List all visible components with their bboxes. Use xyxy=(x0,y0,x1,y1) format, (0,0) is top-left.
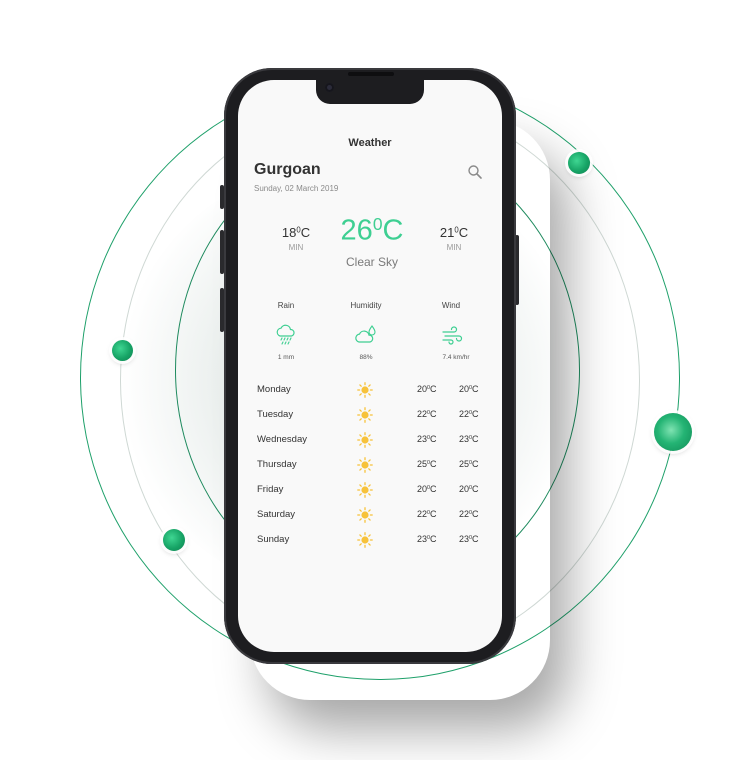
rain-label: Rain xyxy=(277,301,295,310)
orbit-dot xyxy=(654,413,692,451)
forecast-row[interactable]: Wednesday 230C 230C xyxy=(257,431,483,449)
forecast-temp-min: 220C xyxy=(417,509,437,519)
forecast-temp-min: 230C xyxy=(417,534,437,544)
phone-camera xyxy=(325,83,334,92)
forecast-row[interactable]: Thursday 250C 250C xyxy=(257,456,483,474)
forecast-day: Wednesday xyxy=(257,434,307,445)
forecast-day: Monday xyxy=(257,384,291,395)
forecast-row[interactable]: Monday 200C 200C xyxy=(257,381,483,399)
max-temperature: 210C xyxy=(439,225,469,240)
forecast-temp-max: 230C xyxy=(459,534,479,544)
forecast-day: Tuesday xyxy=(257,409,294,420)
current-date: Sunday, 02 March 2019 xyxy=(254,184,339,193)
forecast-day: Friday xyxy=(257,484,284,495)
forecast-temp-min: 220C xyxy=(417,409,437,419)
forecast-temp-max: 250C xyxy=(459,459,479,469)
sun-icon xyxy=(357,407,373,423)
orbit-dot xyxy=(568,152,590,174)
forecast-temp-max: 200C xyxy=(459,484,479,494)
forecast-row[interactable]: Saturday 220C 220C xyxy=(257,506,483,524)
max-label: MIN xyxy=(446,243,462,252)
min-temperature: 180C xyxy=(281,225,311,240)
current-temperature: 260C xyxy=(340,214,404,247)
forecast-temp-max: 220C xyxy=(459,409,479,419)
forecast-temp-min: 200C xyxy=(417,384,437,394)
orbit-dot xyxy=(112,340,133,361)
forecast-temp-min: 250C xyxy=(417,459,437,469)
forecast-day: Saturday xyxy=(257,509,296,520)
wind-value: 7.4 km/hr xyxy=(442,354,470,361)
forecast-day: Sunday xyxy=(257,534,290,545)
city-name: Gurgoan xyxy=(254,161,321,178)
rain-value: 1 mm xyxy=(277,354,295,361)
forecast-row[interactable]: Sunday 230C 230C xyxy=(257,531,483,549)
humidity-value: 88% xyxy=(359,354,373,361)
phone-speaker xyxy=(348,72,394,76)
forecast-temp-min: 200C xyxy=(417,484,437,494)
humidity-cloud-icon xyxy=(355,324,377,346)
search-icon[interactable] xyxy=(467,164,483,180)
weather-condition: Clear Sky xyxy=(345,255,398,269)
sun-icon xyxy=(357,457,373,473)
sun-icon xyxy=(357,507,373,523)
wind-icon xyxy=(441,324,463,346)
sun-icon xyxy=(357,532,373,548)
humidity-label: Humidity xyxy=(350,301,382,310)
forecast-temp-max: 230C xyxy=(459,434,479,444)
min-label: MIN xyxy=(288,243,304,252)
rain-cloud-icon xyxy=(275,324,297,346)
app-title: Weather xyxy=(348,137,392,149)
forecast-temp-max: 200C xyxy=(459,384,479,394)
forecast-day: Thursday xyxy=(257,459,297,470)
wind-label: Wind xyxy=(441,301,461,310)
forecast-temp-max: 220C xyxy=(459,509,479,519)
forecast-row[interactable]: Tuesday 220C 220C xyxy=(257,406,483,424)
orbit-dot xyxy=(163,529,185,551)
forecast-temp-min: 230C xyxy=(417,434,437,444)
sun-icon xyxy=(357,432,373,448)
forecast-row[interactable]: Friday 200C 200C xyxy=(257,481,483,499)
sun-icon xyxy=(357,482,373,498)
sun-icon xyxy=(357,382,373,398)
